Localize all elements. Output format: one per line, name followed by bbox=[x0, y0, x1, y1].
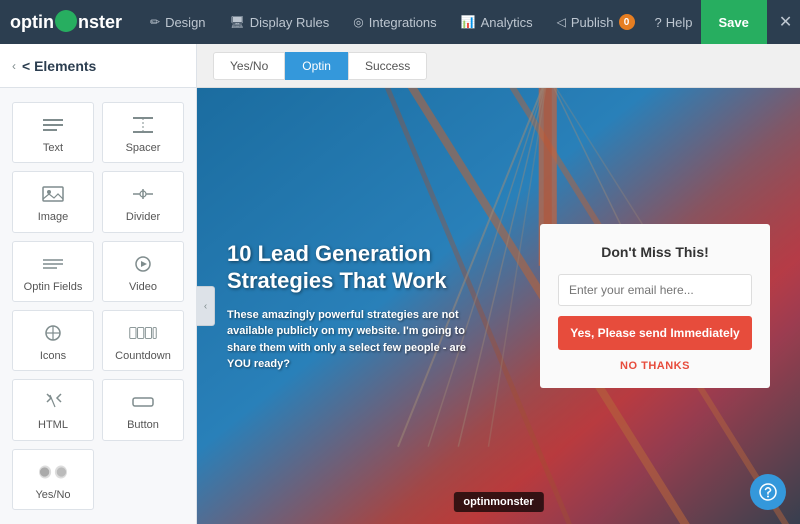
spacer-element-icon bbox=[129, 113, 157, 137]
element-icons[interactable]: Icons bbox=[12, 310, 94, 371]
help-question-icon: ? bbox=[655, 15, 662, 30]
logo-text-right: nster bbox=[78, 12, 122, 33]
optin-box: Don't Miss This! Yes, Please send Immedi… bbox=[540, 224, 770, 388]
text-content: 10 Lead Generation Strategies That Work … bbox=[227, 240, 487, 373]
nav-analytics-label: Analytics bbox=[481, 15, 533, 30]
nav-analytics[interactable]: 📊 Analytics bbox=[449, 0, 545, 44]
nav-publish-label: Publish bbox=[571, 15, 614, 30]
display-rules-icon: 🖥 bbox=[230, 15, 245, 29]
email-input[interactable] bbox=[558, 274, 752, 306]
chevron-left-icon: ‹ bbox=[204, 301, 207, 312]
element-button-label: Button bbox=[127, 419, 159, 431]
logo-text: optin bbox=[10, 12, 54, 33]
bottom-logo: optinmonster bbox=[453, 492, 543, 512]
tab-yes-no[interactable]: Yes/No bbox=[213, 52, 285, 80]
element-image[interactable]: Image bbox=[12, 171, 94, 232]
element-optin-fields-label: Optin Fields bbox=[24, 281, 83, 293]
help-label: Help bbox=[666, 15, 693, 30]
element-image-label: Image bbox=[38, 211, 69, 223]
element-divider-label: Divider bbox=[126, 211, 160, 223]
help-circle-button[interactable] bbox=[750, 474, 786, 510]
text-element-icon bbox=[39, 113, 67, 137]
element-video[interactable]: Video bbox=[102, 241, 184, 302]
sidebar-header: ‹ < Elements bbox=[0, 44, 196, 88]
logo-area: optin nster bbox=[10, 11, 122, 33]
sidebar-toggle-button[interactable]: ‹ bbox=[197, 286, 215, 326]
element-countdown-label: Countdown bbox=[115, 350, 171, 362]
nav-publish[interactable]: ◁ Publish 0 bbox=[545, 0, 647, 44]
element-countdown[interactable]: Countdown bbox=[102, 310, 184, 371]
nav-integrations-label: Integrations bbox=[369, 15, 437, 30]
image-element-icon bbox=[39, 182, 67, 206]
main-heading: 10 Lead Generation Strategies That Work bbox=[227, 240, 467, 295]
nav-integrations[interactable]: ◎ Integrations bbox=[341, 0, 448, 44]
optin-fields-element-icon bbox=[39, 252, 67, 276]
optin-title: Don't Miss This! bbox=[558, 244, 752, 260]
publish-icon: ◁ bbox=[557, 15, 566, 29]
element-video-label: Video bbox=[129, 281, 157, 293]
element-html-label: HTML bbox=[38, 419, 68, 431]
nav-display-rules[interactable]: 🖥 Display Rules bbox=[218, 0, 342, 44]
analytics-icon: 📊 bbox=[461, 15, 476, 29]
design-icon: ✏ bbox=[150, 15, 160, 29]
close-button[interactable]: ✕ bbox=[767, 0, 800, 44]
nav-display-rules-label: Display Rules bbox=[250, 15, 329, 30]
element-text[interactable]: Text bbox=[12, 102, 94, 163]
video-element-icon bbox=[129, 252, 157, 276]
help-circle-icon bbox=[758, 482, 778, 502]
nav-design[interactable]: ✏ Design bbox=[138, 0, 218, 44]
tabs-bar: Yes/No Optin Success bbox=[197, 44, 800, 88]
sidebar-title: < Elements bbox=[22, 58, 96, 74]
button-element-icon bbox=[129, 390, 157, 414]
yes-no-element-icon bbox=[39, 460, 67, 484]
back-chevron-icon: ‹ bbox=[12, 59, 16, 73]
element-yes-no-label: Yes/No bbox=[35, 489, 70, 501]
element-optin-fields[interactable]: Optin Fields bbox=[12, 241, 94, 302]
countdown-element-icon bbox=[129, 321, 157, 345]
publish-badge: 0 bbox=[619, 14, 635, 30]
logo-monster-icon bbox=[55, 10, 77, 32]
sidebar-back-button[interactable]: ‹ bbox=[12, 59, 16, 73]
save-button[interactable]: Save bbox=[701, 0, 767, 44]
element-text-label: Text bbox=[43, 142, 63, 154]
tab-optin[interactable]: Optin bbox=[285, 52, 348, 80]
element-html[interactable]: HTML bbox=[12, 379, 94, 440]
elements-grid: Text Spacer Image Divider bbox=[0, 88, 196, 524]
html-element-icon bbox=[39, 390, 67, 414]
element-icons-label: Icons bbox=[40, 350, 66, 362]
element-button[interactable]: Button bbox=[102, 379, 184, 440]
popup-panel: 10 Lead Generation Strategies That Work … bbox=[197, 88, 800, 524]
element-spacer-label: Spacer bbox=[126, 142, 161, 154]
sidebar: ‹ < Elements Text Spacer bbox=[0, 44, 197, 524]
integrations-icon: ◎ bbox=[353, 15, 363, 29]
element-spacer[interactable]: Spacer bbox=[102, 102, 184, 163]
no-thanks-link[interactable]: NO THANKS bbox=[558, 360, 752, 372]
main-layout: ‹ < Elements Text Spacer bbox=[0, 44, 800, 524]
top-nav: optin nster ✏ Design 🖥 Display Rules ◎ I… bbox=[0, 0, 800, 44]
sub-text: These amazingly powerful strategies are … bbox=[227, 307, 467, 373]
nav-design-label: Design bbox=[165, 15, 205, 30]
content-area: Yes/No Optin Success bbox=[197, 44, 800, 524]
canvas: 10 Lead Generation Strategies That Work … bbox=[197, 88, 800, 524]
tab-success[interactable]: Success bbox=[348, 52, 427, 80]
submit-button[interactable]: Yes, Please send Immediately bbox=[558, 316, 752, 350]
element-yes-no[interactable]: Yes/No bbox=[12, 449, 94, 510]
help-button[interactable]: ? Help bbox=[647, 0, 701, 44]
element-divider[interactable]: Divider bbox=[102, 171, 184, 232]
divider-element-icon bbox=[129, 182, 157, 206]
icons-element-icon bbox=[39, 321, 67, 345]
